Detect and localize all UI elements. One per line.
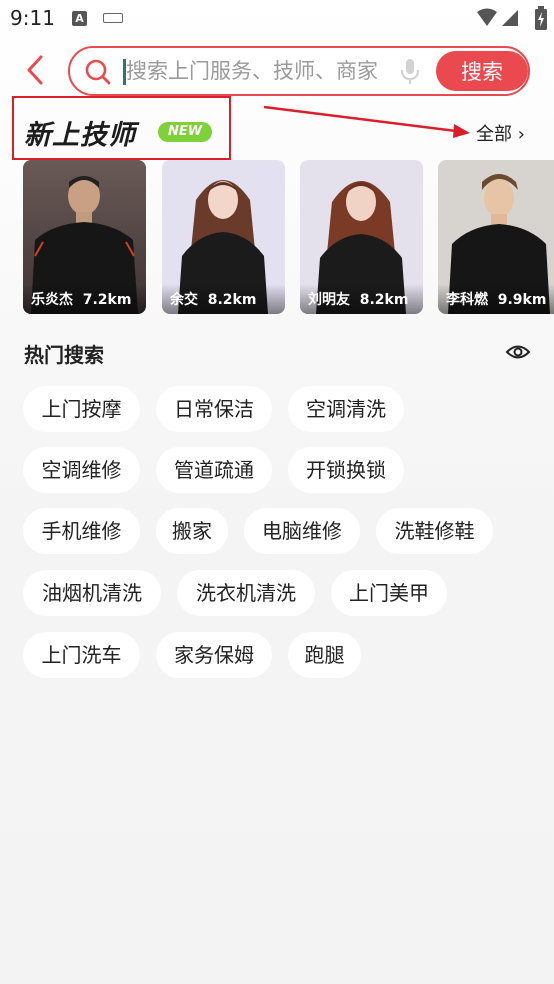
status-bar: 9:11 A xyxy=(0,0,554,38)
keyboard-icon xyxy=(103,13,123,23)
hot-search-chip[interactable]: 空调清洗 xyxy=(288,386,404,432)
hot-search-chip[interactable]: 油烟机清洗 xyxy=(23,570,161,616)
tech-name: 乐炎杰 7.2km xyxy=(31,292,132,308)
new-techs-list: 乐炎杰 7.2km 余交 8.2km 刘明友 8.2km 李科燃 9.9km xyxy=(23,160,554,314)
see-all-link[interactable]: 全部 › xyxy=(476,120,525,146)
back-button[interactable] xyxy=(20,54,52,86)
tech-name: 李科燃 9.9km xyxy=(446,292,547,308)
hot-search-chip[interactable]: 洗鞋修鞋 xyxy=(376,508,493,554)
hot-search-chip[interactable]: 跑腿 xyxy=(288,632,361,678)
tech-card[interactable]: 李科燃 9.9km xyxy=(438,160,554,314)
hot-search-chip[interactable]: 搬家 xyxy=(156,508,228,554)
tech-name: 余交 8.2km xyxy=(170,292,257,308)
search-box: 搜索 xyxy=(68,46,530,96)
hot-search-chip[interactable]: 上门美甲 xyxy=(331,570,447,616)
tech-card[interactable]: 刘明友 8.2km xyxy=(300,160,423,314)
hot-search-chip[interactable]: 开锁换锁 xyxy=(288,447,404,493)
tech-card[interactable]: 乐炎杰 7.2km xyxy=(23,160,146,314)
hot-search-chip[interactable]: 洗衣机清洗 xyxy=(177,570,315,616)
search-icon xyxy=(85,59,111,85)
hot-search-chip[interactable]: 上门洗车 xyxy=(23,632,140,678)
search-input[interactable] xyxy=(126,56,396,86)
hot-search-chip[interactable]: 家务保姆 xyxy=(156,632,272,678)
signal-icon xyxy=(502,10,518,26)
hot-search-chip[interactable]: 手机维修 xyxy=(23,508,140,554)
hot-search-title: 热门搜索 xyxy=(24,343,104,367)
battery-icon xyxy=(535,6,547,30)
hot-search-chip[interactable]: 电脑维修 xyxy=(244,508,360,554)
new-techs-title: 新上技师 xyxy=(24,120,136,151)
hot-search-chip[interactable]: 上门按摩 xyxy=(23,386,140,432)
search-button[interactable]: 搜索 xyxy=(436,51,528,91)
wifi-icon xyxy=(477,8,497,26)
hot-search-chip[interactable]: 日常保洁 xyxy=(156,386,272,432)
hot-search-chip[interactable]: 管道疏通 xyxy=(156,447,272,493)
new-badge: NEW xyxy=(158,122,212,142)
tech-card[interactable]: 余交 8.2km xyxy=(162,160,285,314)
hot-search-chip[interactable]: 空调维修 xyxy=(23,447,140,493)
eye-icon[interactable] xyxy=(505,341,531,363)
microphone-icon[interactable] xyxy=(400,58,420,86)
status-time: 9:11 xyxy=(10,6,55,30)
notification-a-icon: A xyxy=(72,11,87,26)
tech-name: 刘明友 8.2km xyxy=(308,292,409,308)
